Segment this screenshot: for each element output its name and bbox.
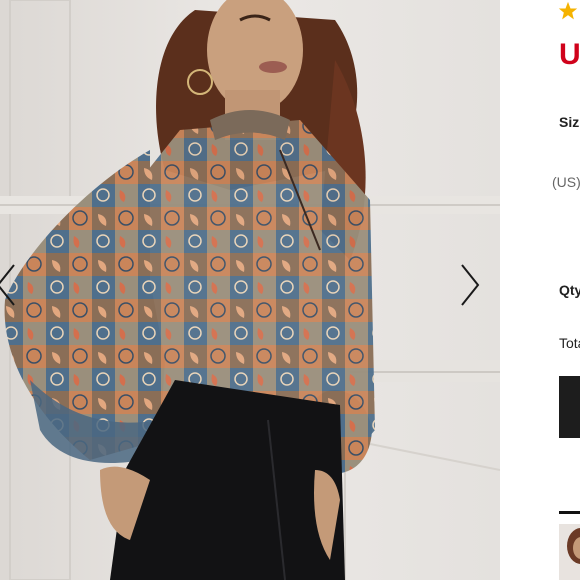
chevron-left-icon: [0, 264, 15, 306]
thumbnail-image: [559, 524, 580, 580]
total-label: Tota: [559, 335, 580, 351]
product-thumbnail[interactable]: [559, 524, 580, 580]
product-photo: [0, 0, 500, 580]
product-info-panel: U Siz (US) Qty Tota: [500, 0, 580, 580]
chevron-right-icon: [461, 264, 480, 306]
star-icon: [558, 1, 578, 20]
size-label: Siz: [559, 114, 580, 130]
size-region-hint: (US): [552, 174, 580, 190]
product-image-gallery[interactable]: [0, 0, 500, 580]
thumbnail-active-indicator: [559, 511, 580, 514]
gallery-next-button[interactable]: [450, 255, 490, 315]
product-price: U: [559, 38, 580, 71]
add-to-cart-button[interactable]: [559, 376, 580, 438]
gallery-prev-button[interactable]: [0, 255, 26, 315]
quantity-label: Qty: [559, 282, 580, 298]
